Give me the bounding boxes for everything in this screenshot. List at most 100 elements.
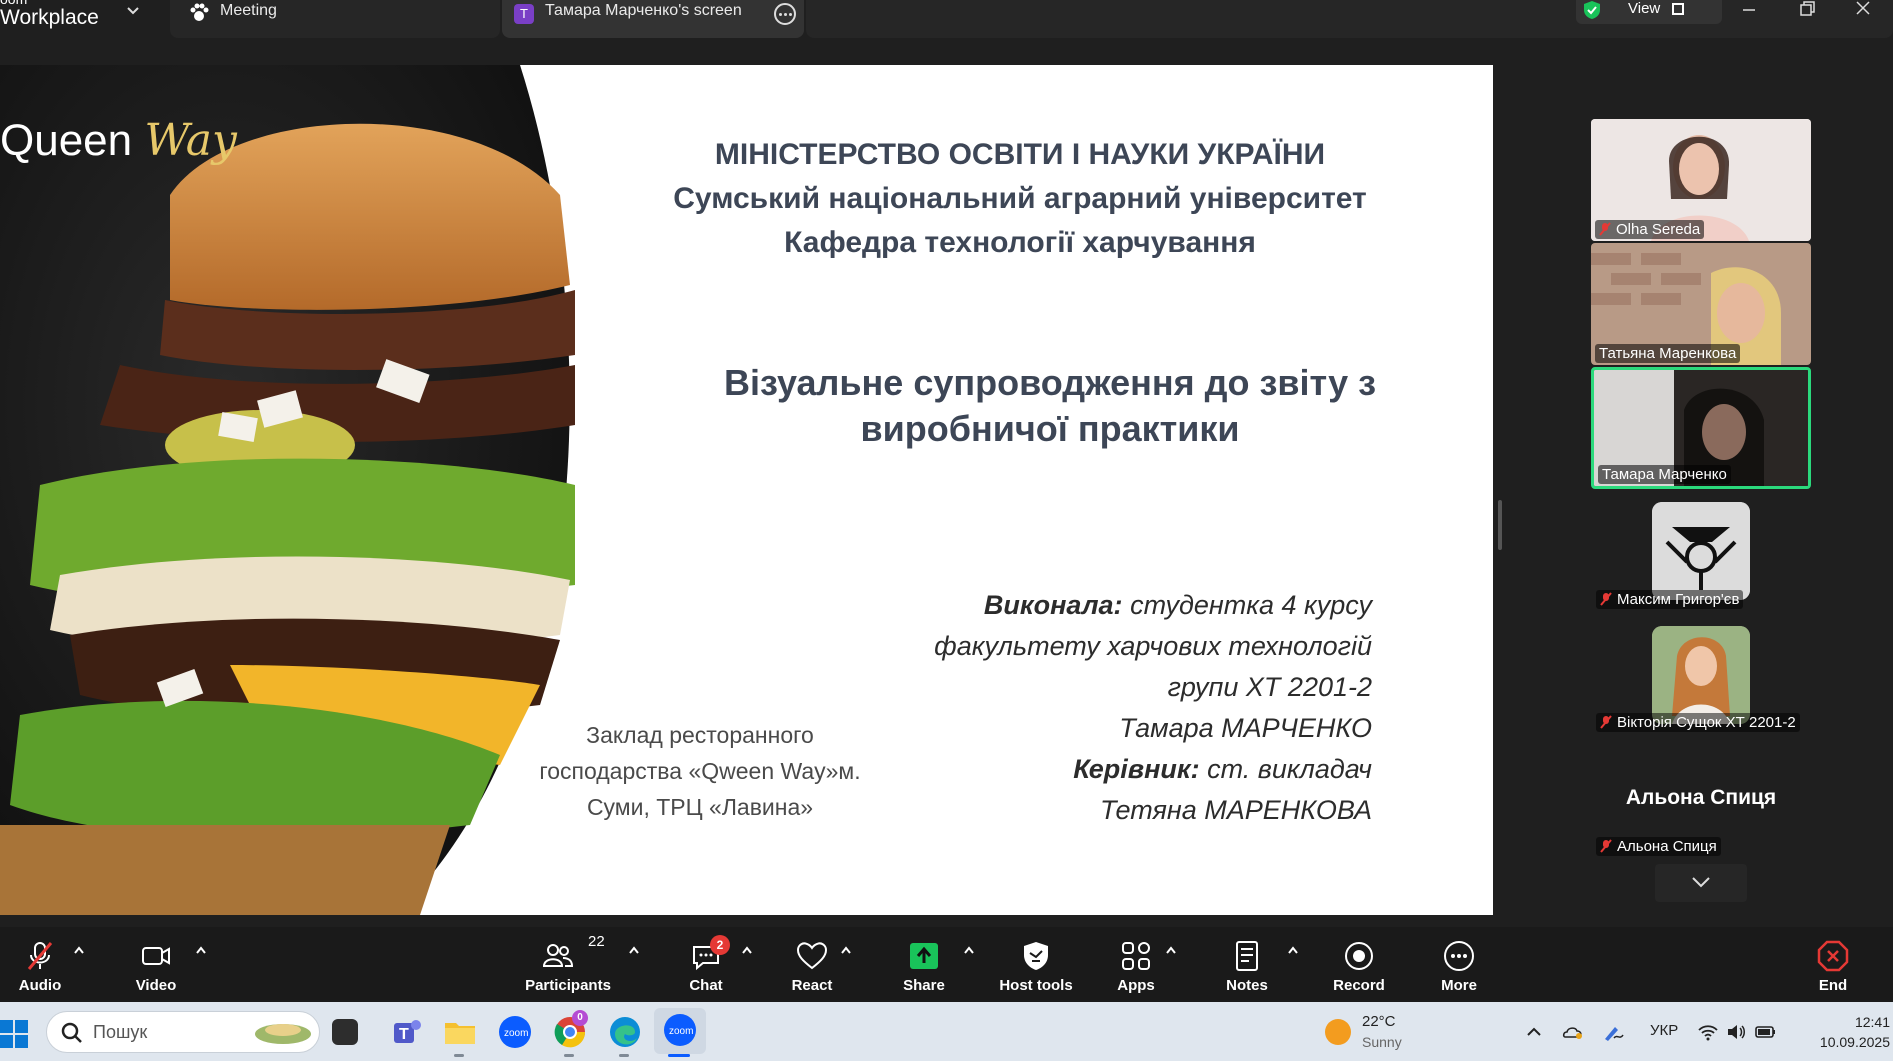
more-button[interactable]: More [1409,927,1509,1002]
participant-name-alona: Альона Спиця [1596,837,1721,856]
screen-owner-badge: T [514,4,534,24]
record-label: Record [1333,977,1385,994]
participant-name-maksym: Максим Григор'єв [1596,590,1744,609]
react-label: React [791,977,833,994]
weather-widget[interactable]: 22°C Sunny [1362,1012,1402,1052]
title-bar-drag-area[interactable] [806,0,1893,38]
file-explorer-icon[interactable] [442,1014,478,1050]
slide-title-line2: виробничої практики [860,408,1240,449]
input-language[interactable]: УКР [1650,1022,1678,1039]
system-clock[interactable]: 12:41 10.09.2025 [1790,1012,1890,1052]
splitter-handle[interactable] [1498,500,1502,550]
end-meeting-icon [1817,940,1849,972]
chat-options-caret[interactable] [741,945,753,955]
host-tools-button[interactable]: Host tools [986,927,1086,1002]
apps-button[interactable]: Apps [1086,927,1186,1002]
react-options-caret[interactable] [840,945,852,955]
running-indicator [619,1054,629,1057]
participant-name: Тамара Марченко [1598,465,1731,484]
close-icon[interactable] [1848,0,1878,22]
weather-sun-icon[interactable] [1325,1019,1351,1045]
taskbar-search[interactable]: Пошук [46,1011,320,1053]
video-button[interactable]: Video [106,927,206,1002]
chat-label: Chat [689,977,723,994]
video-tile-tatyana-marenkova[interactable]: Татьяна Маренкова [1591,243,1811,365]
chevron-up-icon[interactable] [1523,1022,1545,1042]
student-name: Тамара МАРЧЕНКО [1119,713,1372,743]
video-options-caret[interactable] [195,945,207,955]
ministry-heading: МІНІСТЕРСТВО ОСВІТИ І НАУКИ УКРАЇНИ [714,138,1326,171]
more-options-icon[interactable] [774,3,796,25]
meeting-icon [190,3,209,21]
record-button[interactable]: Record [1309,927,1409,1002]
supervisor-label: Керівник: [1073,754,1200,784]
zoom-active-app[interactable]: zoom [654,1008,706,1054]
edge-app-icon[interactable] [607,1014,643,1050]
notes-button[interactable]: Notes [1197,927,1297,1002]
zoom-app-icon[interactable]: zoom [497,1014,533,1050]
share-options-caret[interactable] [963,945,975,955]
video-label: Video [135,977,177,994]
meeting-toolbar: Audio Video 22 Participants 2 Chat React… [0,927,1893,1002]
avatar-viktoriia[interactable] [1652,626,1750,724]
svg-text:T: T [399,1026,409,1043]
minimize-icon[interactable] [1734,0,1764,22]
app-name-line2: Workplace [0,6,99,29]
group-line: групи ХТ 2201-2 [1167,672,1372,702]
pen-ink-icon[interactable] [1602,1022,1624,1042]
notes-icon [1236,941,1258,971]
gallery-scroll-down-button[interactable] [1655,864,1747,902]
performer-label: Виконала: [983,590,1123,620]
clock-date: 10.09.2025 [1819,1034,1890,1050]
active-indicator [668,1054,690,1057]
restore-icon[interactable] [1792,0,1822,22]
apps-options-caret[interactable] [1165,945,1177,955]
view-grid-icon [1672,3,1684,15]
search-icon [61,1022,82,1043]
audio-label: Audio [18,977,62,994]
more-label: More [1441,977,1477,994]
volume-icon[interactable] [1725,1022,1747,1042]
slide-title-line1: Візуальне супроводження до звіту з [723,362,1376,403]
running-indicator [454,1054,464,1057]
queen-way-logo: Queen Way [0,115,237,166]
performer-line: Виконала: студентка 4 курсу [860,585,1372,626]
participant-big-name: Альона Спиця [1625,786,1777,809]
file-viewer-app-icon[interactable] [332,1019,358,1045]
battery-icon[interactable] [1755,1022,1777,1042]
wifi-icon[interactable] [1697,1022,1719,1042]
video-tile-olha-sereda[interactable]: Olha Sereda [1591,119,1811,241]
share-label: Share [903,977,945,994]
chat-unread-badge: 2 [710,935,730,955]
supervisor-text: ст. викладач [1199,754,1372,784]
heart-icon [796,942,828,970]
shared-screen-slide: Queen Way МІНІСТЕРСТВО ОСВІТИ І НАУКИ УК… [0,65,1493,915]
zoom-app-icon: zoom [664,1014,696,1046]
weather-description: Sunny [1362,1034,1402,1050]
mic-muted-icon [27,942,53,970]
mic-muted-icon [1599,222,1611,236]
chat-button[interactable]: 2 Chat [656,927,756,1002]
video-camera-icon [142,947,170,965]
windows-start-icon[interactable] [0,1020,28,1048]
tab-shared-screen-label: Тамара Марченко's screen [545,2,742,19]
react-button[interactable]: React [762,927,862,1002]
share-button[interactable]: Share [874,927,974,1002]
notes-options-caret[interactable] [1287,945,1299,955]
avatar-maksym[interactable] [1652,502,1750,600]
participants-options-caret[interactable] [628,945,640,955]
end-meeting-button[interactable]: End [1783,927,1883,1002]
audio-button[interactable]: Audio [0,927,90,1002]
tab-meeting-label: Meeting [220,2,277,19]
teams-app-icon[interactable]: T [388,1014,424,1050]
avatar-image [1652,502,1750,600]
venue-line2: господарства «Qween Way»м. [539,758,861,784]
participants-count: 22 [588,933,605,950]
logo-text: Queen [0,116,133,165]
onedrive-icon[interactable] [1562,1022,1584,1042]
participants-button[interactable]: 22 Participants [518,927,618,1002]
search-highlight-image [255,1024,311,1044]
video-tile-tamara-marchenko[interactable]: Тамара Марченко [1591,367,1811,489]
audio-options-caret[interactable] [73,945,85,955]
chevron-down-icon[interactable] [126,4,140,18]
